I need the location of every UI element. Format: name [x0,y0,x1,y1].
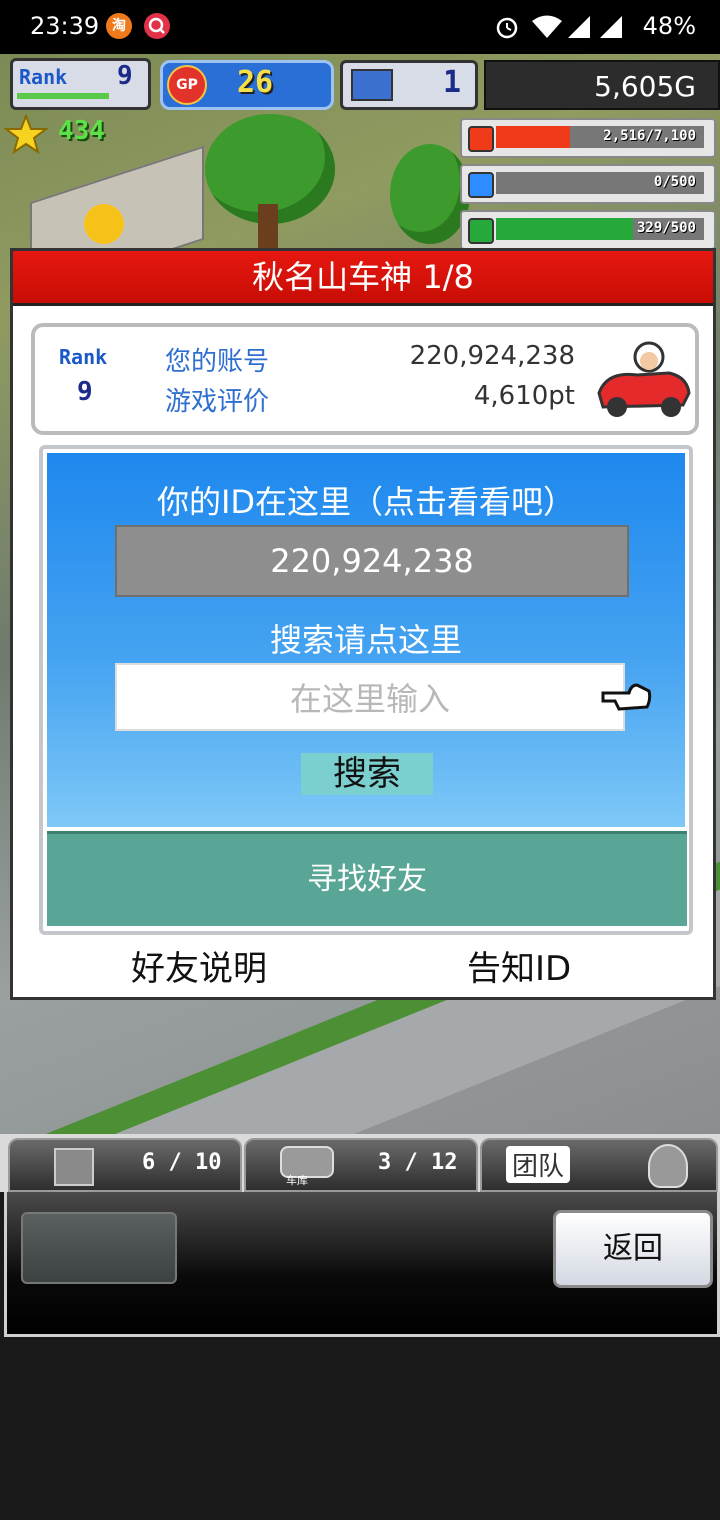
wheat-icon [468,218,494,244]
search-panel: 你的ID在这里（点击看看吧） 220,924,238 搜索请点这里 在这里输入 … [39,445,693,935]
rank-value: 9 [117,61,133,91]
money-value: 5,605G [594,70,696,103]
gp-value: 26 [237,65,274,100]
search-notification-icon [144,13,170,39]
resource-bar-2: 329/500 [460,210,716,250]
tab-items[interactable]: 6 / 10 [8,1138,242,1192]
account-value: 220,924,238 [409,341,575,371]
bottom-panel: 返回 [4,1192,720,1337]
alarm-icon [494,14,520,44]
search-button[interactable]: 搜索 [301,753,433,795]
gp-icon: GP [167,65,207,105]
team-member-icon [648,1144,688,1188]
tab-team-label: 团队 [506,1146,571,1183]
search-hint: 搜索请点这里 [269,621,462,659]
bar-fill [496,126,570,148]
battery-percent: 48% [642,12,696,40]
tab-garage[interactable]: 车库 3 / 12 [244,1138,478,1192]
empty-slot[interactable] [21,1212,177,1284]
player-info-card: Rank 9 您的账号 220,924,238 游戏评价 4,610pt [31,323,699,435]
notify-id-button[interactable]: 告知ID [467,941,571,990]
star-icon [2,113,49,158]
bar-text: 0/500 [653,174,696,190]
my-id-box[interactable]: 220,924,238 [115,525,629,597]
tab-items-count: 6 / 10 [142,1150,222,1175]
bottom-tab-bar: 6 / 10 车库 3 / 12 团队 [0,1134,720,1192]
find-friends-button[interactable]: 寻找好友 [47,831,687,926]
money-display: 5,605G [484,60,720,110]
id-hint: 你的ID在这里（点击看看吧） [156,483,576,521]
box-icon [54,1148,94,1186]
rating-label: 游戏评价 [165,387,270,417]
tab-garage-label: 车库 [286,1174,308,1187]
bar-text: 329/500 [636,220,696,236]
computer-icon [351,69,393,101]
coin-icon [468,126,494,152]
bar-track: 2,516/7,100 [496,126,704,148]
status-bar: 23:39 淘 48% [0,0,720,54]
tree-icon-2 [390,144,470,244]
back-button[interactable]: 返回 [553,1210,713,1288]
pointing-hand-icon [601,679,653,719]
rating-value: 4,610pt [473,381,575,411]
rank-progress [17,93,109,99]
info-rank-label: Rank [59,345,108,369]
status-time: 23:39 [30,12,100,40]
bar-track: 0/500 [496,172,704,194]
friend-dialog: 秋名山车神 1/8 Rank 9 您的账号 220,924,238 游戏评价 4… [10,248,716,1000]
resource-bar-0: 2,516/7,100 [460,118,716,158]
gp-display[interactable]: GP 26 [160,60,334,110]
fuel-icon [468,172,494,198]
rank-label: Rank [19,65,68,89]
computer-display[interactable]: 1 [340,60,478,110]
friend-help-button[interactable]: 好友说明 [131,941,267,990]
building-badge-icon [84,204,124,244]
info-rank-value: 9 [77,377,93,407]
star-count: 434 [58,116,105,146]
bar-text: 2,516/7,100 [603,128,696,144]
tab-garage-count: 3 / 12 [378,1150,458,1175]
car-driver-icon [591,335,691,425]
id-search-area: 你的ID在这里（点击看看吧） 220,924,238 搜索请点这里 在这里输入 … [47,453,685,827]
signal-icon [566,14,592,44]
bar-track: 329/500 [496,218,704,240]
signal-icon-2 [598,14,624,44]
wifi-icon [530,14,564,44]
taobao-notification-icon: 淘 [106,13,132,39]
computer-count: 1 [443,65,462,100]
bar-fill [496,218,633,240]
tree-trunk [258,204,278,254]
rank-display[interactable]: Rank 9 [10,58,151,110]
tab-team[interactable]: 团队 [480,1138,718,1192]
account-label: 您的账号 [165,347,270,377]
dialog-title: 秋名山车神 1/8 [13,251,713,306]
resource-bar-1: 0/500 [460,164,716,204]
search-input[interactable]: 在这里输入 [115,663,625,731]
